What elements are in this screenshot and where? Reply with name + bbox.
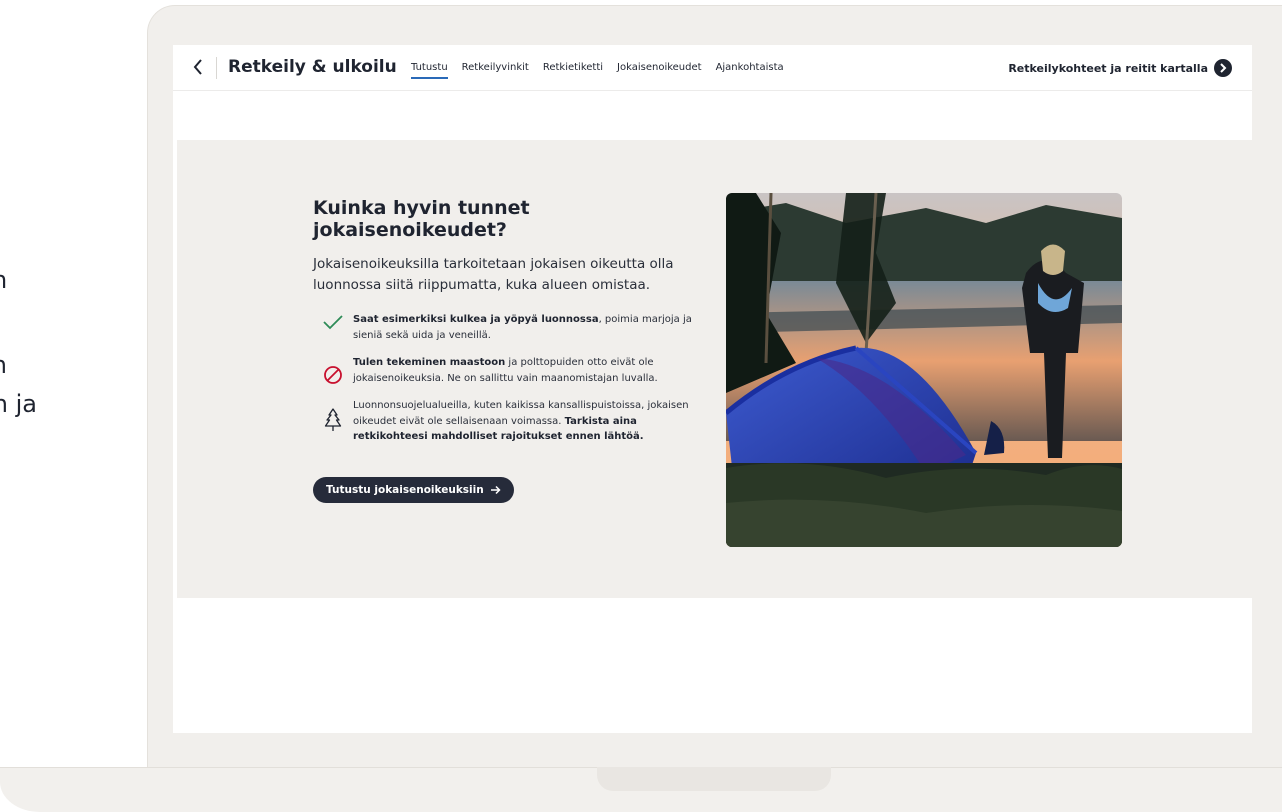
tab-jokaisenoikeudet[interactable]: Jokaisenoikeudet	[617, 62, 702, 79]
section-content: Kuinka hyvin tunnet jokaisenoikeudet? Jo…	[313, 197, 713, 503]
header-divider	[216, 57, 217, 79]
site-title[interactable]: Retkeily & ulkoilu	[228, 57, 397, 77]
fact-bold: Tulen tekeminen maastoon	[353, 357, 506, 368]
site-header: Retkeily & ulkoilu Tutustu Retkeilyvinki…	[173, 45, 1252, 91]
left-text-fragment: n	[0, 266, 7, 294]
tree-icon	[313, 398, 353, 432]
tab-retkietiketti[interactable]: Retkietiketti	[543, 62, 603, 79]
prohibited-icon	[313, 355, 353, 385]
list-item: Tulen tekeminen maastoon ja polttopuiden…	[313, 355, 713, 386]
tab-tutustu[interactable]: Tutustu	[411, 62, 448, 79]
lead-paragraph: Jokaisenoikeuksilla tarkoitetaan jokaise…	[313, 256, 674, 293]
cta-button[interactable]: Tutustu jokaisenoikeuksiin	[313, 476, 514, 503]
heading-line-2: jokaisenoikeudet?	[313, 219, 507, 241]
everyman-rights-section: Kuinka hyvin tunnet jokaisenoikeudet? Jo…	[177, 140, 1252, 598]
cta-label: Tutustu jokaisenoikeuksiin	[326, 483, 484, 496]
section-heading: Kuinka hyvin tunnet jokaisenoikeudet?	[313, 197, 713, 241]
tab-ajankohtaista[interactable]: Ajankohtaista	[716, 62, 784, 79]
tab-retkeilyvinkit[interactable]: Retkeilyvinkit	[462, 62, 529, 79]
back-button[interactable]	[193, 56, 203, 80]
section-nav: Tutustu Retkeilyvinkit Retkietiketti Jok…	[411, 62, 798, 79]
map-link-label: Retkeilykohteet ja reitit kartalla	[1008, 61, 1208, 75]
facts-list: Saat esimerkiksi kulkea ja yöpyä luonnos…	[313, 312, 713, 445]
heading-line-1: Kuinka hyvin tunnet	[313, 197, 530, 219]
fact-pre: Luonnonsuojelualueilla, kuten kaikissa k…	[353, 400, 689, 427]
list-item: Saat esimerkiksi kulkea ja yöpyä luonnos…	[313, 312, 713, 343]
left-slide-text: n an en ja	[0, 0, 150, 812]
chevron-left-icon	[193, 59, 202, 75]
left-text-fragment: en ja	[0, 390, 37, 418]
map-link[interactable]: Retkeilykohteet ja reitit kartalla	[1008, 59, 1232, 77]
laptop-screen: Retkeily & ulkoilu Tutustu Retkeilyvinki…	[173, 45, 1252, 733]
left-text-fragment: an	[0, 351, 7, 379]
checkmark-icon	[313, 312, 353, 330]
fact-text: Tulen tekeminen maastoon ja polttopuiden…	[353, 355, 713, 386]
camping-photo	[726, 193, 1122, 547]
arrow-right-circle-icon	[1214, 59, 1232, 77]
list-item: Luonnonsuojelualueilla, kuten kaikissa k…	[313, 398, 713, 445]
fact-text: Saat esimerkiksi kulkea ja yöpyä luonnos…	[353, 312, 713, 343]
fact-text: Luonnonsuojelualueilla, kuten kaikissa k…	[353, 398, 713, 445]
fact-bold: Saat esimerkiksi kulkea ja yöpyä luonnos…	[353, 314, 599, 325]
laptop-notch	[597, 767, 831, 791]
arrow-right-icon	[490, 485, 501, 494]
